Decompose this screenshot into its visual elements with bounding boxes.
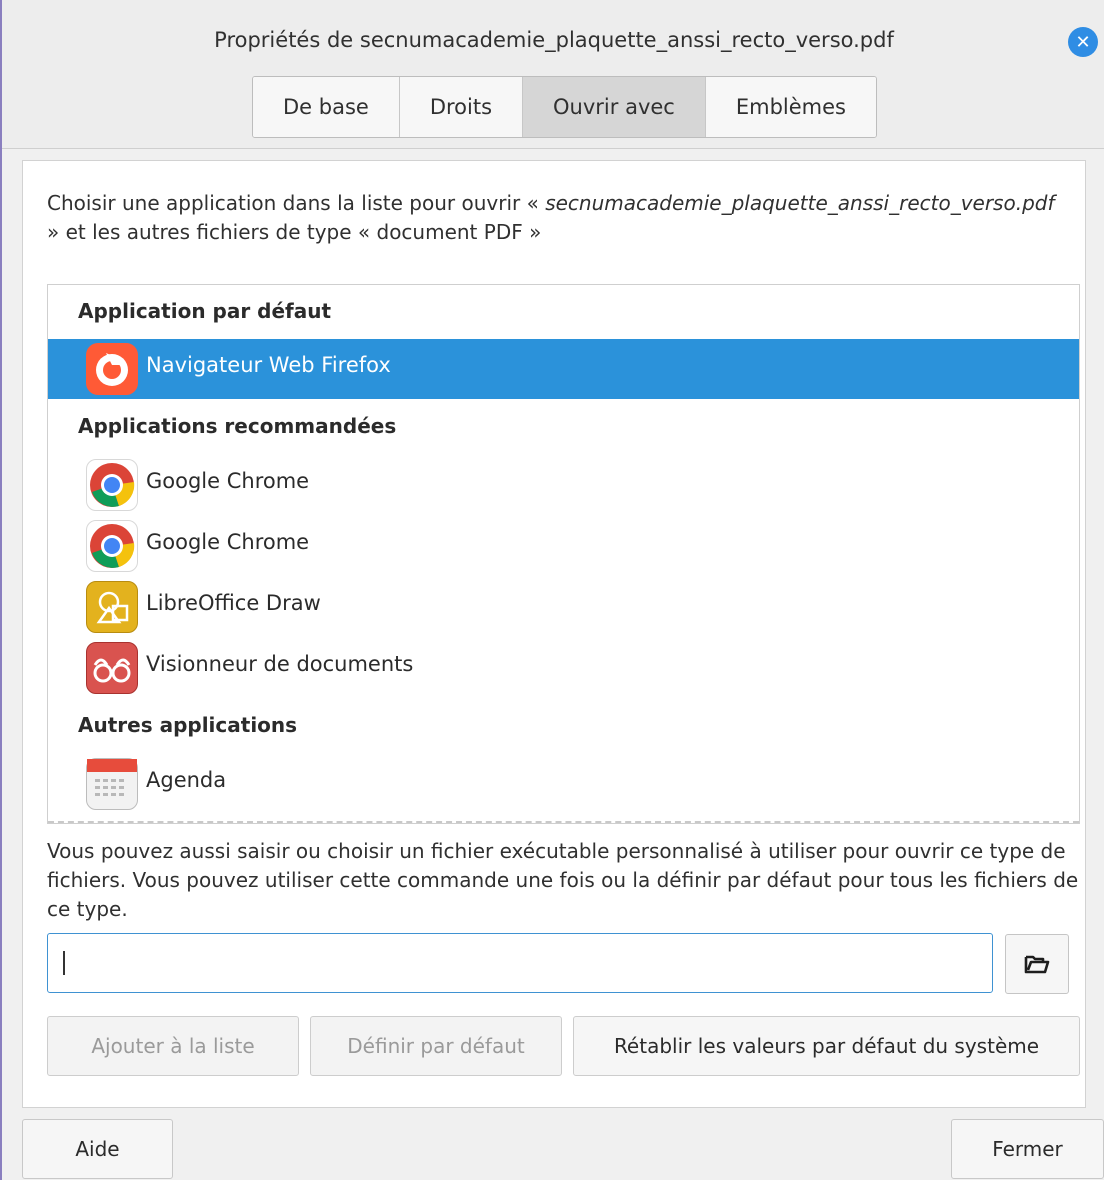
libreoffice-draw-icon bbox=[86, 581, 138, 633]
close-button[interactable]: Fermer bbox=[951, 1119, 1104, 1179]
dialog-title: Propriétés de secnumacademie_plaquette_a… bbox=[214, 28, 894, 52]
list-scroll-edge bbox=[48, 821, 1079, 823]
calendar-icon bbox=[86, 758, 138, 810]
tab-emblemes[interactable]: Emblèmes bbox=[705, 77, 876, 137]
app-row-libreoffice-draw[interactable]: LibreOffice Draw bbox=[48, 577, 1079, 637]
tab-de-base[interactable]: De base bbox=[253, 77, 400, 137]
app-row-document-viewer[interactable]: Visionneur de documents bbox=[48, 638, 1079, 698]
app-label-document-viewer: Visionneur de documents bbox=[146, 652, 414, 676]
app-row-chrome-1[interactable]: Google Chrome bbox=[48, 455, 1079, 515]
document-viewer-icon bbox=[86, 642, 138, 694]
app-label-libreoffice-draw: LibreOffice Draw bbox=[146, 591, 321, 615]
app-row-chrome-2[interactable]: Google Chrome bbox=[48, 516, 1079, 576]
set-default-button[interactable]: Définir par défaut bbox=[310, 1016, 562, 1076]
close-icon[interactable]: ✕ bbox=[1068, 27, 1098, 57]
custom-command-description: Vous pouvez aussi saisir ou choisir un f… bbox=[47, 839, 1079, 921]
intro-text: Choisir une application dans la liste po… bbox=[47, 189, 1067, 247]
app-label-chrome-1: Google Chrome bbox=[146, 469, 310, 493]
open-with-panel: Choisir une application dans la liste po… bbox=[22, 160, 1086, 1108]
add-to-list-button[interactable]: Ajouter à la liste bbox=[47, 1016, 299, 1076]
firefox-icon bbox=[86, 343, 138, 395]
folder-open-icon bbox=[1024, 955, 1050, 974]
app-label-firefox: Navigateur Web Firefox bbox=[146, 353, 391, 377]
help-button[interactable]: Aide bbox=[22, 1119, 173, 1179]
intro-suffix: » et les autres fichiers de type « docum… bbox=[47, 220, 542, 244]
app-label-agenda: Agenda bbox=[146, 768, 227, 792]
tab-bar: De base Droits Ouvrir avec Emblèmes bbox=[252, 76, 877, 138]
browse-button[interactable] bbox=[1005, 934, 1069, 994]
default-app-header: Application par défaut bbox=[78, 299, 332, 323]
app-row-agenda[interactable]: Agenda bbox=[48, 754, 1079, 814]
recommended-apps-header: Applications recommandées bbox=[78, 414, 397, 438]
app-row-firefox[interactable]: Navigateur Web Firefox bbox=[48, 339, 1079, 399]
custom-command-input[interactable] bbox=[47, 933, 993, 993]
chrome-icon bbox=[86, 459, 138, 511]
intro-prefix: Choisir une application dans la liste po… bbox=[47, 191, 546, 215]
intro-filename: secnumacademie_plaquette_anssi_recto_ver… bbox=[545, 191, 1055, 215]
tab-droits[interactable]: Droits bbox=[399, 77, 524, 137]
reset-defaults-button[interactable]: Rétablir les valeurs par défaut du systè… bbox=[573, 1016, 1080, 1076]
app-label-chrome-2: Google Chrome bbox=[146, 530, 310, 554]
application-list[interactable]: Application par défaut Navigateur Web Fi… bbox=[47, 284, 1080, 824]
other-apps-header: Autres applications bbox=[78, 713, 298, 737]
chrome-icon bbox=[86, 520, 138, 572]
tab-ouvrir-avec[interactable]: Ouvrir avec bbox=[523, 77, 706, 137]
dialog-titlebar: Propriétés de secnumacademie_plaquette_a… bbox=[2, 0, 1104, 149]
text-cursor bbox=[63, 951, 65, 975]
properties-dialog: Propriétés de secnumacademie_plaquette_a… bbox=[0, 0, 1104, 1180]
